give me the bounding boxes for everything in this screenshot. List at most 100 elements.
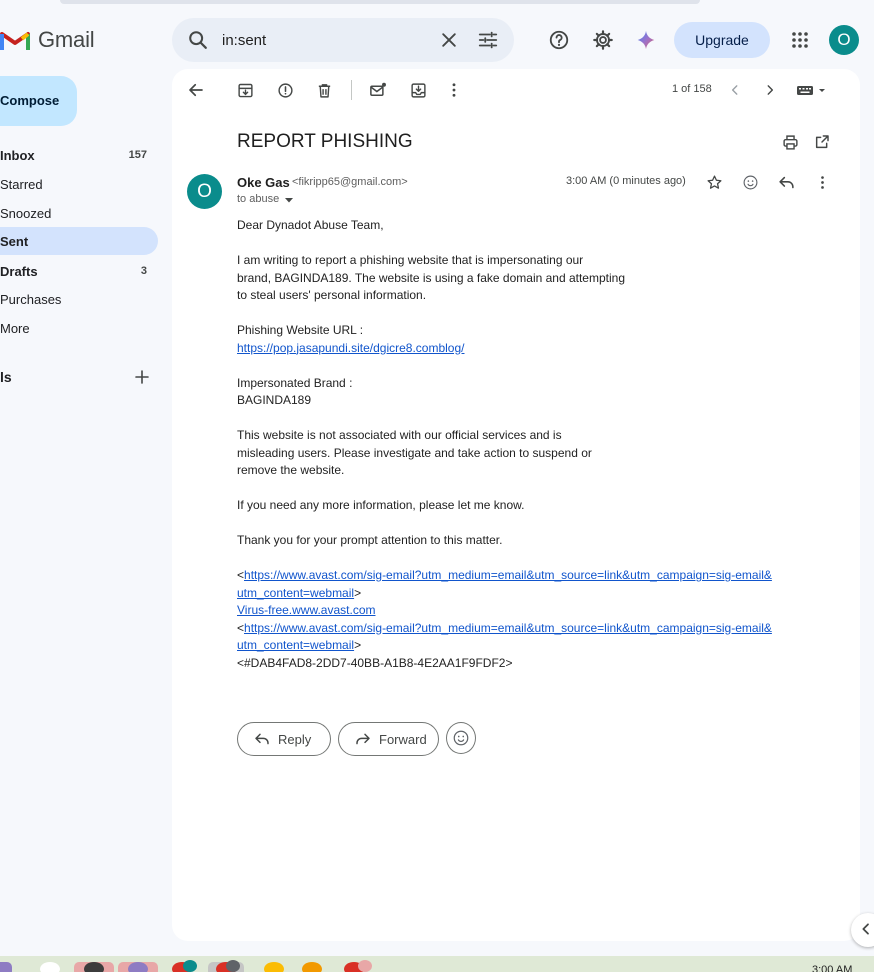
trash-icon[interactable]	[314, 80, 334, 100]
taskbar-badge	[226, 960, 240, 972]
sidebar-item-label: Drafts	[0, 264, 38, 279]
open-new-window-icon[interactable]	[812, 132, 832, 152]
emoji-reaction-button[interactable]	[446, 722, 476, 754]
sender-email: <fikripp65@gmail.com>	[292, 176, 408, 188]
account-avatar[interactable]: O	[829, 25, 859, 55]
compose-button[interactable]: Compose	[0, 76, 77, 126]
apps-grid-icon[interactable]	[788, 28, 812, 52]
compose-label: Compose	[0, 93, 60, 108]
reply-label: Reply	[278, 731, 312, 747]
body-line: Thank you for your prompt attention to t…	[237, 533, 503, 547]
settings-gear-icon[interactable]	[591, 28, 615, 52]
sender-avatar[interactable]: O	[187, 174, 222, 209]
body-line: This website is not associated with our …	[237, 428, 562, 442]
brand-value: BAGINDA189	[237, 393, 312, 407]
reply-icon	[254, 731, 270, 747]
forward-button[interactable]: Forward	[338, 722, 439, 756]
sender-name[interactable]: Oke Gas	[237, 175, 290, 190]
angle-open: <	[237, 620, 245, 635]
star-icon[interactable]	[704, 172, 724, 192]
sidebar-item-snoozed[interactable]: Snoozed	[0, 199, 158, 227]
more-vertical-icon[interactable]	[444, 80, 464, 100]
help-icon[interactable]	[547, 28, 571, 52]
upgrade-button[interactable]: Upgrade	[674, 22, 770, 58]
greeting: Dear Dynadot Abuse Team,	[237, 218, 384, 232]
back-arrow-icon[interactable]	[186, 80, 206, 100]
side-panel-toggle[interactable]	[851, 913, 874, 947]
reply-button[interactable]: Reply	[237, 722, 331, 756]
pagination-count: 1 of 158	[672, 83, 712, 95]
os-taskbar: 3:00 AM	[0, 956, 874, 972]
search-icon[interactable]	[186, 28, 210, 52]
taskbar-app-icon[interactable]	[40, 962, 60, 972]
email-subject: REPORT PHISHING	[237, 131, 413, 152]
input-tools-keyboard-icon[interactable]	[795, 80, 829, 100]
message-more-vertical-icon[interactable]	[812, 172, 832, 192]
taskbar-badge	[358, 960, 372, 972]
signature-id: <#DAB4FAD8-2DD7-40BB-A1B8-4E2AA1F9FDF2>	[237, 655, 513, 670]
avast-signature-link[interactable]: utm_content=webmail	[237, 638, 354, 652]
angle-close: >	[354, 638, 362, 652]
taskbar-app-icon[interactable]	[264, 962, 284, 972]
body-line: If you need any more information, please…	[237, 498, 525, 512]
archive-icon[interactable]	[235, 80, 255, 100]
inbox-count: 157	[128, 149, 147, 161]
add-label-plus-icon[interactable]	[131, 366, 153, 388]
gemini-sparkle-icon[interactable]	[634, 28, 658, 52]
search-bar[interactable]	[172, 18, 514, 62]
sidebar-item-sent[interactable]: Sent	[0, 227, 158, 255]
search-input[interactable]	[222, 29, 422, 51]
app-name: Gmail	[38, 27, 95, 52]
labels-heading: ls	[0, 369, 12, 385]
older-chevron-right-icon[interactable]	[760, 80, 780, 100]
email-body: Dear Dynadot Abuse Team, I am writing to…	[237, 217, 772, 690]
phishing-url-link[interactable]: https://pop.jasapundi.site/dgicre8.combl…	[237, 341, 464, 355]
body-line: misleading users. Please investigate and…	[237, 445, 592, 460]
toolbar-divider	[351, 80, 352, 100]
add-reaction-emoji-icon[interactable]	[740, 172, 760, 192]
angle-open: <	[237, 568, 245, 582]
body-line: to steal users' personal information.	[237, 288, 427, 302]
taskbar-badge	[183, 960, 197, 972]
url-label: Phishing Website URL :	[237, 323, 364, 337]
avast-signature-link[interactable]: https://www.avast.com/sig-email?utm_medi…	[244, 568, 772, 582]
sidebar-item-label: Purchases	[0, 292, 62, 307]
avast-signature-link[interactable]: utm_content=webmail	[237, 586, 354, 600]
recipient-line: to abuse	[237, 193, 280, 205]
print-icon[interactable]	[780, 132, 800, 152]
body-line: brand, BAGINDA189. The website is using …	[237, 270, 626, 285]
emoji-icon	[452, 729, 470, 747]
sidebar-item-starred[interactable]: Starred	[0, 170, 158, 198]
chevron-left-icon	[858, 921, 874, 937]
mark-unread-icon[interactable]	[368, 80, 388, 100]
newer-chevron-left-icon[interactable]	[725, 80, 745, 100]
avast-signature-link[interactable]: https://www.avast.com/sig-email?utm_medi…	[244, 621, 772, 635]
sidebar-item-label: Inbox	[0, 148, 35, 163]
drafts-count: 3	[140, 265, 147, 277]
sidebar-item-label: Starred	[0, 177, 43, 192]
body-line: remove the website.	[237, 463, 345, 477]
report-spam-icon[interactable]	[275, 80, 295, 100]
gmail-logo[interactable]: Gmail	[0, 24, 95, 56]
sidebar-item-purchases[interactable]: Purchases	[0, 285, 158, 313]
clear-search-icon[interactable]	[437, 28, 461, 52]
email-timestamp: 3:00 AM (0 minutes ago)	[566, 175, 686, 187]
move-to-icon[interactable]	[408, 80, 428, 100]
sidebar-item-drafts[interactable]: Drafts 3	[0, 257, 158, 285]
sidebar-item-inbox[interactable]: Inbox 157	[0, 141, 158, 169]
taskbar-app-icon[interactable]	[302, 962, 322, 972]
avast-virus-free-link[interactable]: Virus-free.www.avast.com	[237, 603, 376, 617]
sidebar-item-more[interactable]: More	[0, 314, 158, 342]
browser-frame-edge	[60, 0, 700, 4]
forward-label: Forward	[379, 731, 427, 747]
angle-close: >	[354, 585, 362, 600]
taskbar-app-icon[interactable]	[84, 962, 104, 972]
search-options-icon[interactable]	[476, 28, 500, 52]
taskbar-app-icon[interactable]	[128, 962, 148, 972]
reply-arrow-icon[interactable]	[776, 172, 796, 192]
taskbar-app-icon[interactable]	[0, 962, 12, 972]
details-caret-down-icon[interactable]	[285, 196, 293, 204]
sidebar-item-label: Snoozed	[0, 206, 52, 221]
body-line: I am writing to report a phishing websit…	[237, 253, 584, 267]
sidebar-item-label: Sent	[0, 234, 29, 249]
